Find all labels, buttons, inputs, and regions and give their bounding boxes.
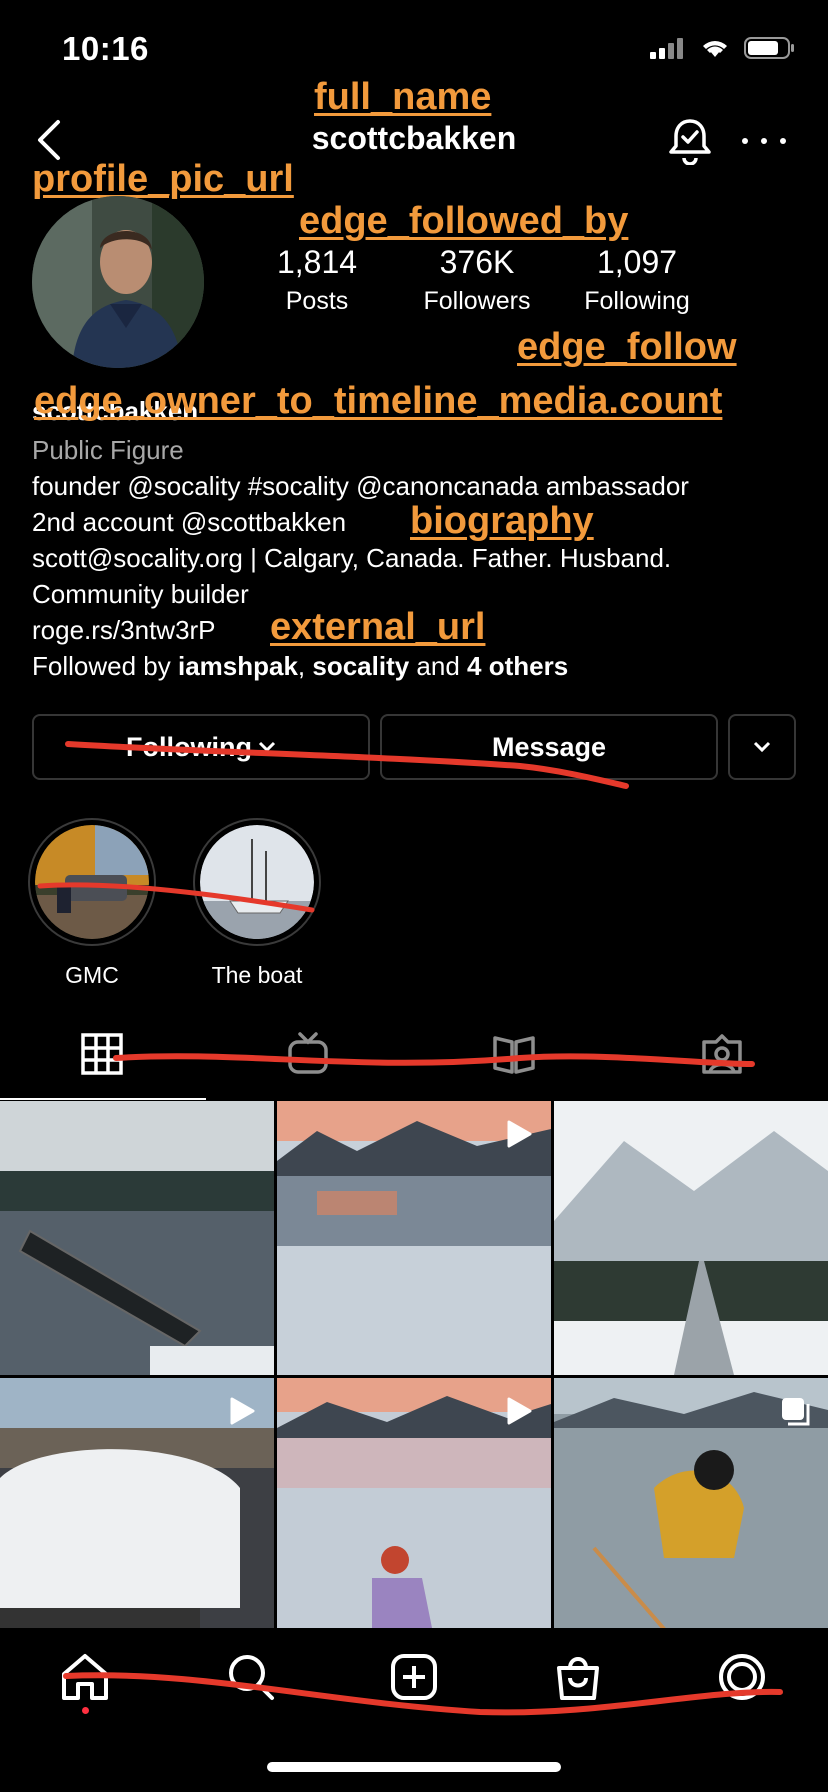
- followed-by-user-1: iamshpak: [177, 651, 298, 681]
- highlight-ring: [193, 818, 321, 946]
- new-post-icon: [391, 1654, 437, 1700]
- stat-posts-count: 1,814: [276, 244, 358, 280]
- tab-grid[interactable]: [80, 1032, 124, 1076]
- stat-followers[interactable]: 376K Followers: [412, 244, 542, 316]
- stat-followers-count: 376K: [439, 244, 515, 280]
- battery-icon: [744, 37, 794, 59]
- video-icon: [230, 1397, 255, 1425]
- tab-igtv[interactable]: [286, 1032, 330, 1076]
- tagged-icon: [702, 1034, 742, 1074]
- nav-home[interactable]: [60, 1652, 110, 1702]
- annotation-edge-followed-by: edge_followed_by: [299, 200, 629, 242]
- highlight-label: GMC: [65, 962, 119, 988]
- tab-guides[interactable]: [492, 1032, 536, 1076]
- stat-posts-label: Posts: [285, 287, 349, 315]
- annotation-full-name: full_name: [314, 76, 492, 118]
- more-dot: [761, 138, 767, 144]
- followed-by-others: 4 others: [467, 651, 569, 681]
- notifications-button[interactable]: [665, 115, 715, 165]
- highlight-ring: [28, 818, 156, 946]
- annotation-edge-follow: edge_follow: [517, 326, 737, 368]
- video-icon: [507, 1120, 532, 1148]
- bio-line-1: founder @socality #socality @canoncanada…: [32, 471, 689, 501]
- followed-by[interactable]: Followed by iamshpak, socality and 4 oth…: [32, 648, 802, 684]
- search-icon: [229, 1655, 274, 1700]
- status-time: 10:16: [62, 30, 149, 67]
- annotation-profile-pic-url: profile_pic_url: [32, 158, 294, 200]
- tab-tagged[interactable]: [700, 1032, 744, 1076]
- post-image: [554, 1101, 828, 1375]
- profile-category: Public Figure: [32, 435, 184, 465]
- chevron-down-icon: [258, 741, 276, 753]
- chevron-down-icon: [753, 741, 771, 753]
- suggested-accounts-button[interactable]: [728, 714, 796, 780]
- annotation-biography: biography: [410, 500, 594, 542]
- stat-following-label: Following: [584, 287, 690, 315]
- post-image: [0, 1101, 274, 1375]
- message-button[interactable]: Message: [380, 714, 718, 780]
- followed-by-prefix: Followed by: [32, 651, 178, 681]
- more-dot: [742, 138, 748, 144]
- video-icon: [507, 1397, 532, 1425]
- profile-picture[interactable]: [32, 196, 204, 368]
- wifi-icon: [703, 41, 727, 57]
- stat-posts[interactable]: 1,814 Posts: [262, 244, 372, 316]
- followed-by-sep: ,: [297, 651, 313, 681]
- post-thumbnail[interactable]: [554, 1378, 828, 1652]
- annotation-external-url: external_url: [270, 606, 486, 648]
- home-indicator[interactable]: [267, 1762, 561, 1772]
- nav-search[interactable]: [226, 1652, 276, 1702]
- stat-following-count: 1,097: [596, 244, 678, 280]
- highlight-gmc-cover: [35, 825, 149, 939]
- home-activity-dot: [82, 1707, 89, 1714]
- stat-followers-label: Followers: [423, 287, 531, 315]
- posts-grid: [0, 1101, 828, 1652]
- highlight-gmc[interactable]: GMC: [28, 818, 156, 989]
- active-tab-indicator: [0, 1098, 206, 1100]
- more-options-button[interactable]: [742, 124, 786, 158]
- post-thumbnail[interactable]: [0, 1378, 274, 1652]
- message-label: Message: [491, 731, 607, 762]
- post-thumbnail[interactable]: [554, 1101, 828, 1375]
- grid-icon: [81, 1033, 123, 1075]
- highlight-boat-cover: [200, 825, 314, 939]
- following-label: Following: [126, 731, 252, 762]
- bell-check-icon: [669, 119, 711, 165]
- post-thumbnail[interactable]: [0, 1101, 274, 1375]
- shop-icon: [557, 1657, 599, 1700]
- post-thumbnail[interactable]: [277, 1378, 551, 1652]
- more-dot: [780, 138, 786, 144]
- followed-by-user-2: socality: [312, 651, 410, 681]
- stat-following[interactable]: 1,097 Following: [572, 244, 702, 316]
- annotation-media-count: edge_owner_to_timeline_media.count: [34, 380, 723, 422]
- bio-line-3: scott@socality.org | Calgary, Canada. Fa…: [32, 543, 672, 573]
- profile-icon: [719, 1654, 765, 1700]
- igtv-icon: [288, 1032, 328, 1074]
- cellular-signal-icon: [650, 38, 683, 59]
- following-button[interactable]: Following: [32, 714, 370, 780]
- nav-shop[interactable]: [553, 1652, 603, 1702]
- status-icons: [650, 36, 796, 60]
- avatar-photo: [32, 196, 204, 368]
- nav-new-post[interactable]: [389, 1652, 439, 1702]
- highlight-the-boat[interactable]: The boat: [193, 818, 321, 989]
- home-icon: [62, 1654, 108, 1700]
- highlight-label: The boat: [211, 962, 303, 988]
- post-thumbnail[interactable]: [277, 1101, 551, 1375]
- followed-by-and: and: [409, 651, 468, 681]
- carousel-icon: [782, 1398, 810, 1426]
- guides-icon: [493, 1036, 535, 1074]
- nav-profile[interactable]: [717, 1652, 767, 1702]
- scribble-line: [113, 1053, 755, 1067]
